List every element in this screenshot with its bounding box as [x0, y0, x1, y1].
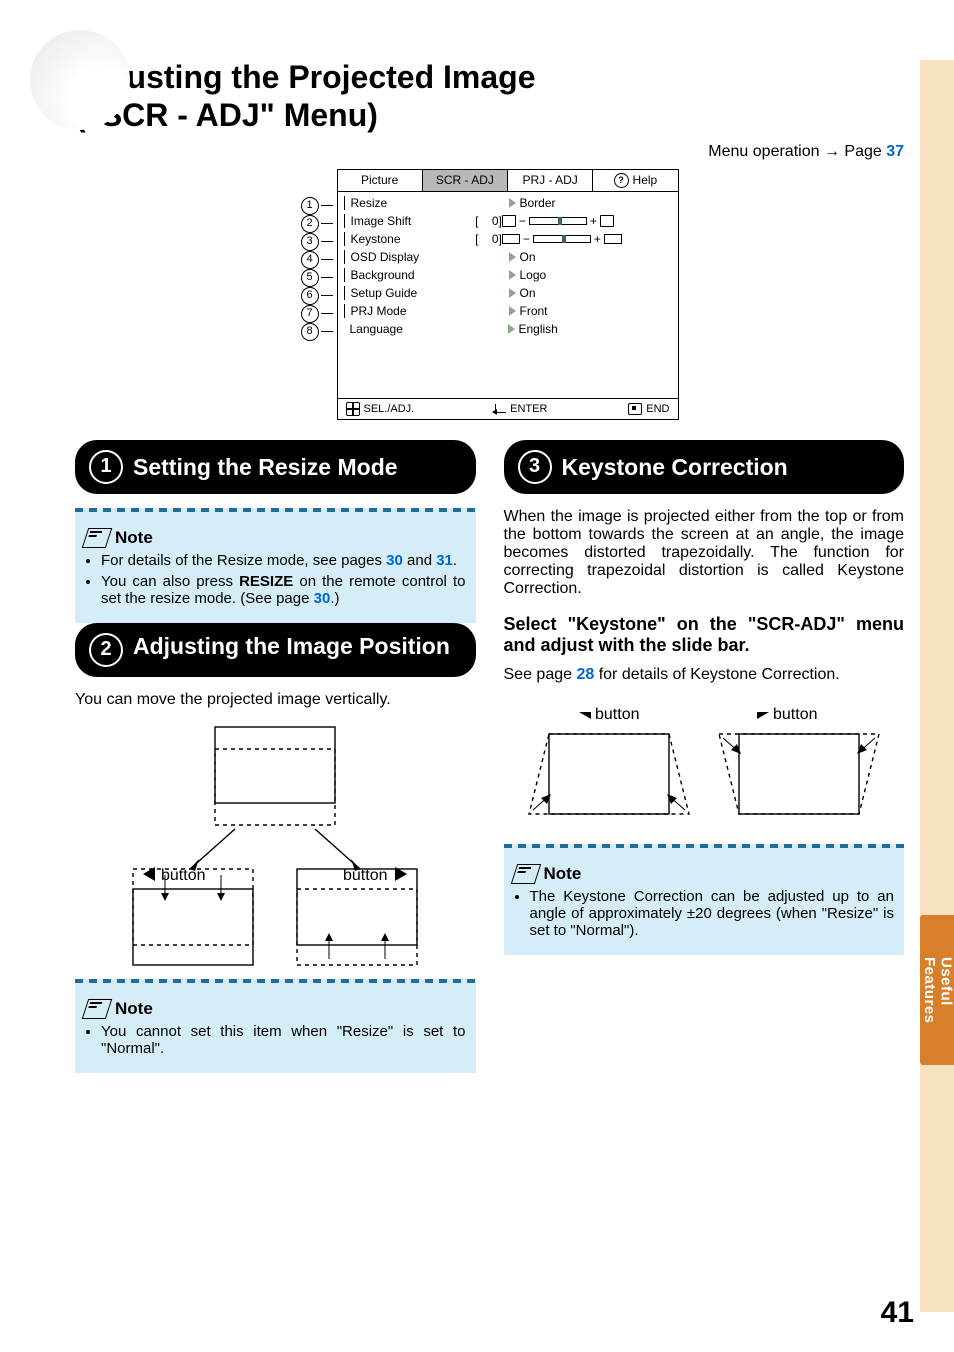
page-link-31[interactable]: 31	[436, 552, 453, 569]
page-link-37[interactable]: 37	[886, 143, 904, 160]
svg-text:button: button	[595, 706, 639, 723]
section-heading-3: 3 Keystone Correction	[504, 440, 905, 494]
osd-tab-scr-adj: SCR - ADJ	[423, 170, 508, 191]
image-shift-diagram: button button	[75, 719, 476, 979]
note-item: For details of the Resize mode, see page…	[101, 552, 466, 569]
note-item: You cannot set this item when "Resize" i…	[101, 1023, 466, 1057]
end-icon	[628, 403, 642, 415]
note-icon	[82, 999, 112, 1019]
menu-operation-ref: Menu operation → Page 37	[75, 143, 904, 161]
corner-ornament	[30, 30, 130, 130]
page-link-30[interactable]: 30	[386, 552, 403, 569]
body-text: You can move the projected image vertica…	[75, 691, 476, 709]
osd-menu: Picture SCR - ADJ PRJ - ADJ ?Help Resize…	[337, 169, 679, 420]
dpad-icon	[346, 402, 360, 416]
note-box-2: Note You cannot set this item when "Resi…	[75, 979, 476, 1073]
arrow-right-icon	[509, 270, 516, 280]
keystone-down-icon	[502, 234, 520, 244]
help-icon: ?	[614, 173, 629, 188]
note-box-3: Note The Keystone Correction can be adju…	[504, 844, 905, 955]
keystone-up-icon	[604, 234, 622, 244]
page-link-30[interactable]: 30	[314, 590, 331, 607]
image-shift-icon	[600, 215, 614, 227]
note-icon	[82, 528, 112, 548]
page-title: Adjusting the Projected Image("SCR - ADJ…	[75, 58, 904, 135]
section-heading-1: 1 Setting the Resize Mode	[75, 440, 476, 494]
arrow-right-icon	[509, 288, 516, 298]
body-text: When the image is projected either from …	[504, 508, 905, 598]
page-link-28[interactable]: 28	[576, 666, 594, 683]
note-item: The Keystone Correction can be adjusted …	[530, 888, 895, 939]
page-number: 41	[881, 1296, 914, 1330]
osd-row-numbers: 1 2 3 4 5 6 7 8	[301, 169, 337, 341]
arrow-right-icon	[509, 306, 516, 316]
osd-tab-picture: Picture	[338, 170, 423, 191]
keystone-diagram: button button	[504, 694, 905, 844]
note-item: You can also press RESIZE on the remote …	[101, 573, 466, 607]
image-shift-icon	[502, 215, 516, 227]
arrow-right-icon	[508, 324, 515, 334]
note-box-1: Note For details of the Resize mode, see…	[75, 508, 476, 623]
enter-icon	[495, 404, 506, 413]
note-icon	[510, 864, 540, 884]
arrow-right-icon	[509, 252, 516, 262]
sub-heading: Select "Keystone" on the "SCR-ADJ" menu …	[504, 614, 905, 656]
osd-tab-prj-adj: PRJ - ADJ	[508, 170, 593, 191]
section-heading-2: 2 Adjusting the Image Position	[75, 623, 476, 677]
svg-text:button: button	[773, 706, 817, 723]
arrow-right-icon	[509, 198, 516, 208]
body-text: See page 28 for details of Keystone Corr…	[504, 666, 905, 684]
osd-tab-help: ?Help	[593, 170, 677, 191]
